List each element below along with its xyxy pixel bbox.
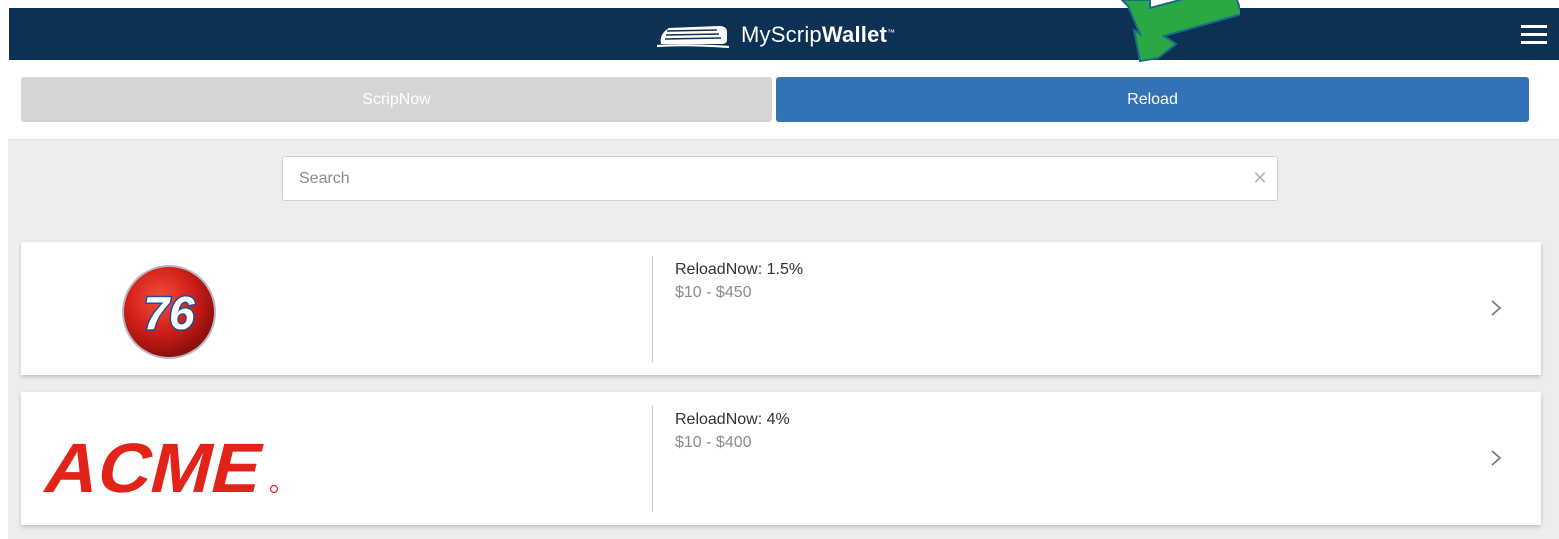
offer-details: ReloadNow: 1.5% $10 - $450 xyxy=(675,260,803,303)
search-input[interactable] xyxy=(283,157,1239,200)
card-divider xyxy=(652,406,653,512)
tab-scripnow[interactable]: ScripNow xyxy=(21,77,772,122)
reload-rate: ReloadNow: 1.5% xyxy=(675,261,804,278)
merchant-card-76[interactable]: 76 ReloadNow: 1.5% $10 - $450 xyxy=(21,242,1541,375)
tab-reload[interactable]: Reload xyxy=(776,77,1529,122)
76-logo-icon: 76 xyxy=(122,265,216,359)
search-box: ✕ xyxy=(282,156,1278,201)
reload-range: $10 - $450 xyxy=(675,284,752,301)
offer-details: ReloadNow: 4% $10 - $400 xyxy=(675,410,790,453)
chevron-right-icon xyxy=(1491,300,1502,316)
card-divider xyxy=(652,256,653,362)
reload-rate: ReloadNow: 4% xyxy=(675,411,790,428)
app-header: MyScripWallet™ xyxy=(9,8,1559,60)
brand-logo[interactable]: MyScripWallet™ xyxy=(657,20,895,50)
chevron-right-icon xyxy=(1491,450,1502,466)
brand-name: MyScripWallet™ xyxy=(741,22,896,47)
svg-text:ACME: ACME xyxy=(41,430,272,500)
merchant-logo-area: 76 xyxy=(21,242,651,375)
tab-label: Reload xyxy=(1127,90,1178,108)
merchant-logo-area: ACME xyxy=(21,392,651,525)
tab-label: ScripNow xyxy=(362,90,431,108)
hamburger-menu-icon[interactable] xyxy=(1521,25,1547,45)
merchant-card-acme[interactable]: ACME ReloadNow: 4% $10 - $400 xyxy=(21,392,1541,525)
wallet-logo-icon xyxy=(657,26,730,49)
reload-range: $10 - $400 xyxy=(675,434,752,451)
acme-logo-icon: ACME xyxy=(41,430,279,500)
close-icon[interactable]: ✕ xyxy=(1251,169,1269,187)
svg-text:76: 76 xyxy=(143,287,195,339)
